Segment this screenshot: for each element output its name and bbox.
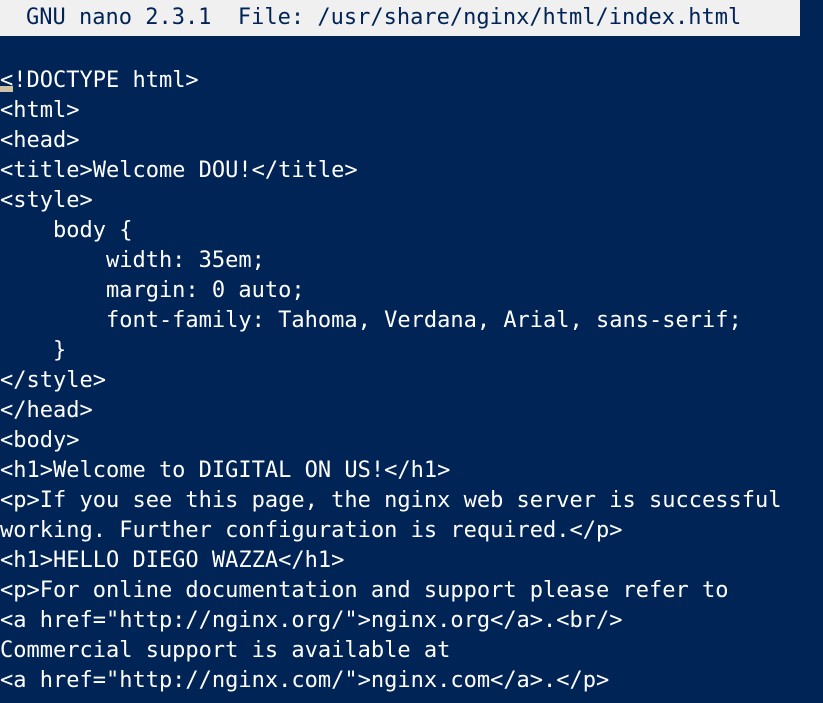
terminal-window[interactable]: GNU nano 2.3.1 File: /usr/share/nginx/ht… [0, 0, 823, 703]
text-cursor: < [0, 66, 14, 96]
editor-line[interactable]: Commercial support is available at [0, 636, 823, 666]
line-text: !DOCTYPE html> [13, 68, 199, 93]
editor-line[interactable]: <head> [0, 126, 823, 156]
editor-line[interactable]: <style> [0, 186, 823, 216]
nano-title-bar: GNU nano 2.3.1 File: /usr/share/nginx/ht… [0, 0, 800, 36]
editor-line[interactable]: working. Further configuration is requir… [0, 516, 823, 546]
editor-line[interactable]: </style> [0, 366, 823, 396]
editor-line[interactable]: <a href="http://nginx.org/">nginx.org</a… [0, 606, 823, 636]
editor-line[interactable]: <h1>Welcome to DIGITAL ON US!</h1> [0, 456, 823, 486]
editor-line[interactable]: <html> [0, 96, 823, 126]
editor-line[interactable]: } [0, 336, 823, 366]
editor-line[interactable]: <h1>HELLO DIEGO WAZZA</h1> [0, 546, 823, 576]
editor-line[interactable]: font-family: Tahoma, Verdana, Arial, san… [0, 306, 823, 336]
editor-line[interactable]: margin: 0 auto; [0, 276, 823, 306]
editor-line[interactable]: width: 35em; [0, 246, 823, 276]
editor-line[interactable]: body { [0, 216, 823, 246]
editor-line[interactable]: <body> [0, 426, 823, 456]
editor-line[interactable]: <!DOCTYPE html> [0, 66, 823, 96]
editor-line[interactable]: <p>If you see this page, the nginx web s… [0, 486, 823, 516]
editor-line[interactable]: <p>For online documentation and support … [0, 576, 823, 606]
editor-buffer[interactable]: <!DOCTYPE html> <html> <head> <title>Wel… [0, 66, 823, 703]
editor-line[interactable]: <a href="http://nginx.com/">nginx.com</a… [0, 666, 823, 696]
editor-line[interactable]: <title>Welcome DOU!</title> [0, 156, 823, 186]
editor-line[interactable]: </head> [0, 396, 823, 426]
